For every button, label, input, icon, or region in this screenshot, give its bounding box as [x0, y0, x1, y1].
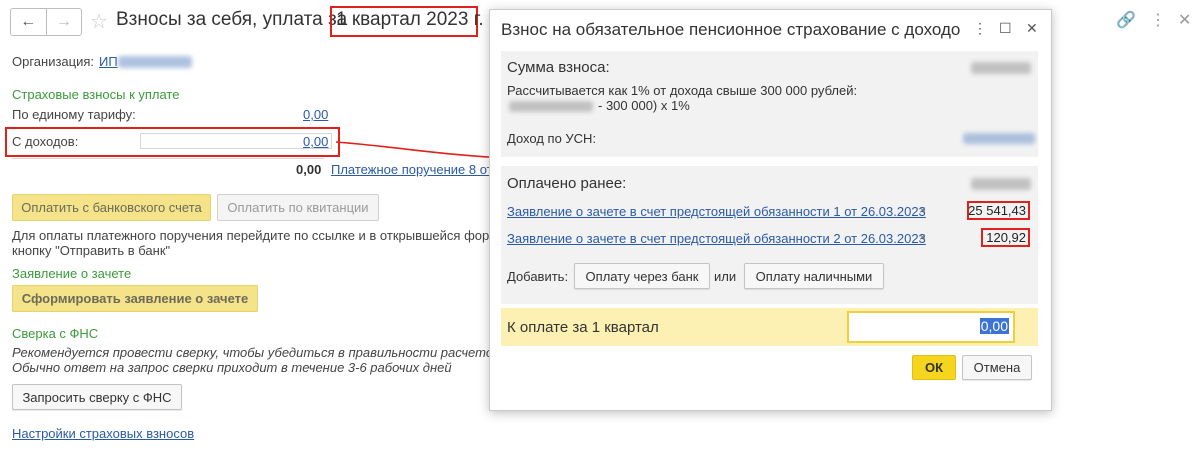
reconcile-line-1: Рекомендуется провести сверку, чтобы убе… — [12, 345, 510, 360]
remove-item-icon[interactable]: × — [919, 230, 926, 244]
close-icon[interactable]: ✕ — [1178, 10, 1191, 30]
dialog-title: Взнос на обязательное пенсионное страхов… — [501, 20, 961, 39]
paid-item-amount: 120,92 — [986, 230, 1026, 245]
calc-income-redacted — [509, 101, 593, 112]
pension-contrib-dialog: Взнос на обязательное пенсионное страхов… — [489, 9, 1052, 411]
sum-value-redacted — [971, 62, 1031, 74]
income-value[interactable]: 0,00 — [303, 134, 328, 149]
favorite-star-icon[interactable]: ☆ — [90, 9, 108, 34]
back-icon: ← — [20, 13, 37, 30]
instruction-line-2: кнопку "Отправить в банк" — [12, 243, 171, 258]
paid-panel: Оплачено ранее: Заявление о зачете в сче… — [501, 166, 1038, 304]
nav-buttons: ← → — [10, 8, 82, 36]
income-usn-redacted[interactable] — [963, 133, 1035, 144]
dialog-close-icon[interactable]: ✕ — [1026, 20, 1038, 37]
menu-icon[interactable]: ⋮ — [1150, 10, 1166, 30]
paid-header: Оплачено ранее: — [507, 175, 627, 192]
total-divider — [12, 158, 324, 159]
sum-panel: Сумма взноса: Рассчитывается как 1% от д… — [501, 51, 1038, 157]
income-usn-label: Доход по УСН: — [507, 131, 597, 146]
single-rate-label: По единому тарифу: — [12, 107, 136, 122]
cancel-button[interactable]: Отмена — [962, 355, 1032, 380]
dialog-menu-icon[interactable]: ⋮ — [973, 20, 987, 37]
make-offset-button[interactable]: Сформировать заявление о зачете — [12, 285, 258, 312]
org-name-redacted — [118, 56, 192, 68]
forward-icon: → — [55, 13, 72, 30]
paid-item-link[interactable]: Заявление о зачете в счет предстоящей об… — [507, 231, 926, 246]
back-button[interactable]: ← — [11, 9, 46, 35]
sum-header: Сумма взноса: — [507, 59, 610, 76]
forward-button[interactable]: → — [45, 9, 82, 35]
settings-link[interactable]: Настройки страховых взносов — [12, 426, 194, 441]
pay-receipt-button[interactable]: Оплатить по квитанции — [217, 194, 379, 221]
paid-total-redacted — [971, 178, 1031, 190]
single-rate-value[interactable]: 0,00 — [303, 107, 328, 122]
page-title: Взносы за себя, уплата за — [116, 9, 348, 30]
reconcile-line-2: Обычно ответ на запрос сверки приходит в… — [12, 360, 452, 375]
to-pay-row: К оплате за 1 квартал 0,00 — [501, 308, 1038, 346]
org-label: Организация: — [12, 54, 95, 69]
dialog-maximize-icon[interactable]: ☐ — [999, 20, 1012, 37]
section-reconcile-title: Сверка с ФНС — [12, 326, 99, 341]
add-cash-payment-button[interactable]: Оплату наличными — [744, 263, 884, 289]
paid-item-link[interactable]: Заявление о зачете в счет предстоящей об… — [507, 204, 926, 219]
add-bank-payment-button[interactable]: Оплату через банк — [574, 263, 710, 289]
to-pay-value: 0,00 — [979, 318, 1009, 334]
income-label: С доходов: — [12, 134, 79, 149]
remove-item-icon[interactable]: × — [919, 203, 926, 217]
section-offset-title: Заявление о зачете — [12, 266, 132, 281]
request-reconcile-button[interactable]: Запросить сверку с ФНС — [12, 384, 182, 410]
org-link[interactable]: ИП — [99, 54, 118, 69]
pay-bank-button[interactable]: Оплатить с банковского счета — [12, 194, 211, 221]
section-contrib-title: Страховые взносы к уплате — [12, 87, 180, 102]
link-icon[interactable]: 🔗 — [1116, 10, 1136, 30]
ok-button[interactable]: ОК — [912, 355, 956, 380]
page-title-period: 1 квартал 2023 г. — [336, 9, 484, 30]
paid-item-amount: 25 541,43 — [968, 203, 1026, 218]
add-label: Добавить: — [507, 269, 569, 284]
or-label: или — [714, 269, 737, 284]
to-pay-input[interactable]: 0,00 — [847, 311, 1015, 343]
to-pay-label: К оплате за 1 квартал — [507, 319, 659, 336]
total-value: 0,00 — [296, 162, 322, 177]
instruction-line-1: Для оплаты платежного поручения перейдит… — [12, 228, 506, 243]
calc-text: Рассчитывается как 1% от дохода свыше 30… — [507, 83, 858, 98]
calc-formula: - 300 000) x 1% — [598, 98, 690, 113]
